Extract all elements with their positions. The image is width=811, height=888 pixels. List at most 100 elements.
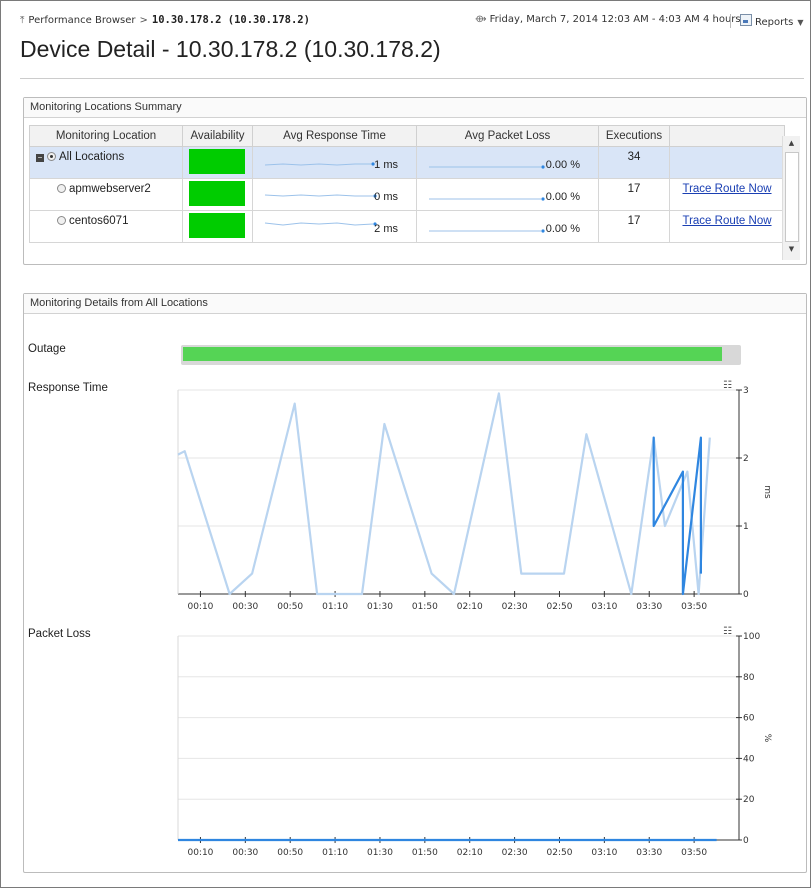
summary-table: Monitoring Location Availability Avg Res…	[29, 125, 785, 243]
column-header[interactable]: Availability	[182, 125, 253, 147]
trace-route-now-link[interactable]: Trace Route Now	[682, 183, 771, 195]
plot-area	[178, 390, 739, 594]
outage-bar-fill	[183, 347, 722, 361]
time-range-label: Friday, March 7, 2014 12:03 AM - 4:03 AM…	[489, 14, 741, 25]
avg-response-value: 1 ms	[374, 159, 398, 171]
table-row[interactable]: centos6071 2 ms 0.00 % 17 Trace Route No…	[29, 210, 785, 243]
x-tick-label: 01:10	[322, 602, 348, 612]
column-header[interactable]: Executions	[598, 125, 670, 147]
table-row[interactable]: apmwebserver2 0 ms 0.00 % 17 Trace Route…	[29, 178, 785, 211]
chevron-down-icon: ▼	[797, 18, 804, 27]
availability-indicator	[189, 181, 245, 206]
location-radio[interactable]	[47, 152, 56, 161]
x-tick-label: 01:50	[412, 602, 438, 612]
x-tick-label: 02:30	[502, 848, 528, 858]
top-bar: ⤒ Performance Browser >10.30.178.2 (10.30.…	[20, 14, 804, 30]
avg-response-value: 0 ms	[374, 191, 398, 203]
x-tick-label: 02:30	[502, 602, 528, 612]
column-header[interactable]: Avg Packet Loss	[416, 125, 599, 147]
y-tick-label: 0	[743, 836, 749, 846]
report-icon	[740, 14, 752, 26]
y-tick-label: 20	[743, 795, 755, 805]
toolbar-divider	[730, 14, 731, 28]
packet-loss-label: Packet Loss	[28, 628, 91, 640]
response-sparkline: 0 ms	[253, 179, 416, 210]
scroll-up-arrow-icon[interactable]: ▲	[783, 136, 800, 150]
y-axis-label: ms	[762, 485, 772, 499]
table-row[interactable]: − All Locations 1 ms 0.00 % 34	[29, 146, 785, 179]
y-tick-label: 1	[743, 522, 749, 532]
avg-packet-loss-value: 0.00 %	[545, 223, 580, 235]
x-tick-label: 00:30	[232, 848, 258, 858]
breadcrumb-parent-link[interactable]: Performance Browser	[28, 15, 135, 26]
x-tick-label: 01:30	[367, 848, 393, 858]
availability-indicator	[189, 213, 245, 238]
breadcrumb: ⤒ Performance Browser >10.30.178.2 (10.30.…	[20, 14, 310, 26]
x-tick-label: 03:30	[636, 848, 662, 858]
x-tick-label: 02:10	[457, 602, 483, 612]
location-radio[interactable]	[57, 184, 66, 193]
location-name: apmwebserver2	[69, 183, 151, 195]
packet-loss-sparkline: 0.00 %	[417, 179, 598, 210]
y-tick-label: 100	[743, 632, 760, 642]
y-tick-label: 40	[743, 754, 755, 764]
time-range-selector[interactable]: ⟴ Friday, March 7, 2014 12:03 AM - 4:03 A…	[475, 14, 751, 25]
page-title: Device Detail - 10.30.178.2 (10.30.178.2…	[20, 36, 441, 62]
x-tick-label: 02:50	[547, 602, 573, 612]
outage-label: Outage	[28, 343, 66, 355]
y-tick-label: 0	[743, 590, 749, 600]
location-cell: apmwebserver2	[30, 179, 182, 195]
response-sparkline: 2 ms	[253, 211, 416, 242]
breadcrumb-separator: >	[139, 15, 148, 26]
outage-bar	[181, 345, 741, 365]
x-tick-label: 01:50	[412, 848, 438, 858]
scrollbar-thumb[interactable]	[785, 152, 799, 242]
x-tick-label: 03:10	[591, 848, 617, 858]
column-header[interactable]: Monitoring Location	[29, 125, 183, 147]
scroll-down-arrow-icon[interactable]: ▼	[783, 242, 800, 256]
monitoring-locations-summary-panel: Monitoring Locations Summary Monitoring …	[23, 97, 807, 265]
x-tick-label: 03:30	[636, 602, 662, 612]
avg-response-value: 2 ms	[374, 223, 398, 235]
x-tick-label: 00:10	[187, 848, 213, 858]
y-tick-label: 80	[743, 673, 755, 683]
action-cell: Trace Route Now	[670, 211, 784, 227]
avg-packet-loss-value: 0.00 %	[545, 191, 580, 203]
reports-menu[interactable]: Reports ▼	[740, 14, 804, 28]
plot-area	[178, 636, 739, 840]
x-tick-label: 02:50	[547, 848, 573, 858]
performance-browser-icon: ⤒	[20, 15, 25, 26]
y-tick-label: 2	[743, 454, 749, 464]
x-tick-label: 00:50	[277, 848, 303, 858]
panel-title: Monitoring Details from All Locations	[24, 294, 806, 314]
action-cell	[670, 147, 784, 151]
breadcrumb-current: 10.30.178.2 (10.30.178.2)	[151, 14, 310, 26]
response-sparkline: 1 ms	[253, 147, 416, 178]
column-header	[669, 125, 785, 147]
location-cell: centos6071	[30, 211, 182, 227]
x-tick-label: 00:10	[187, 602, 213, 612]
column-header[interactable]: Avg Response Time	[252, 125, 417, 147]
panel-title: Monitoring Locations Summary	[24, 98, 806, 118]
x-tick-label: 03:10	[591, 602, 617, 612]
x-tick-label: 01:10	[322, 848, 348, 858]
packet-loss-chart: 0 20 40 60 80 100 00:10 00:30 00:50 01:10 01:30 01:…	[177, 632, 772, 858]
reports-label: Reports	[755, 17, 794, 28]
location-name: All Locations	[59, 151, 125, 163]
trace-route-now-link[interactable]: Trace Route Now	[682, 215, 771, 227]
availability-indicator	[189, 149, 245, 174]
location-radio[interactable]	[57, 216, 66, 225]
y-tick-label: 60	[743, 714, 755, 724]
title-divider	[20, 78, 804, 79]
executions-value: 34	[627, 151, 641, 163]
x-tick-label: 03:50	[681, 602, 707, 612]
summary-scrollbar[interactable]: ▲ ▼	[782, 136, 800, 260]
summary-header-row: Monitoring Location Availability Avg Res…	[29, 125, 785, 147]
collapse-icon[interactable]: −	[36, 154, 44, 162]
y-tick-label: 3	[743, 386, 749, 396]
clock-arrow-icon: ⟴	[475, 14, 487, 25]
location-name: centos6071	[69, 215, 129, 227]
x-tick-label: 03:50	[681, 848, 707, 858]
packet-loss-sparkline: 0.00 %	[417, 147, 598, 178]
summary-table-wrap: Monitoring Location Availability Avg Res…	[29, 125, 799, 245]
